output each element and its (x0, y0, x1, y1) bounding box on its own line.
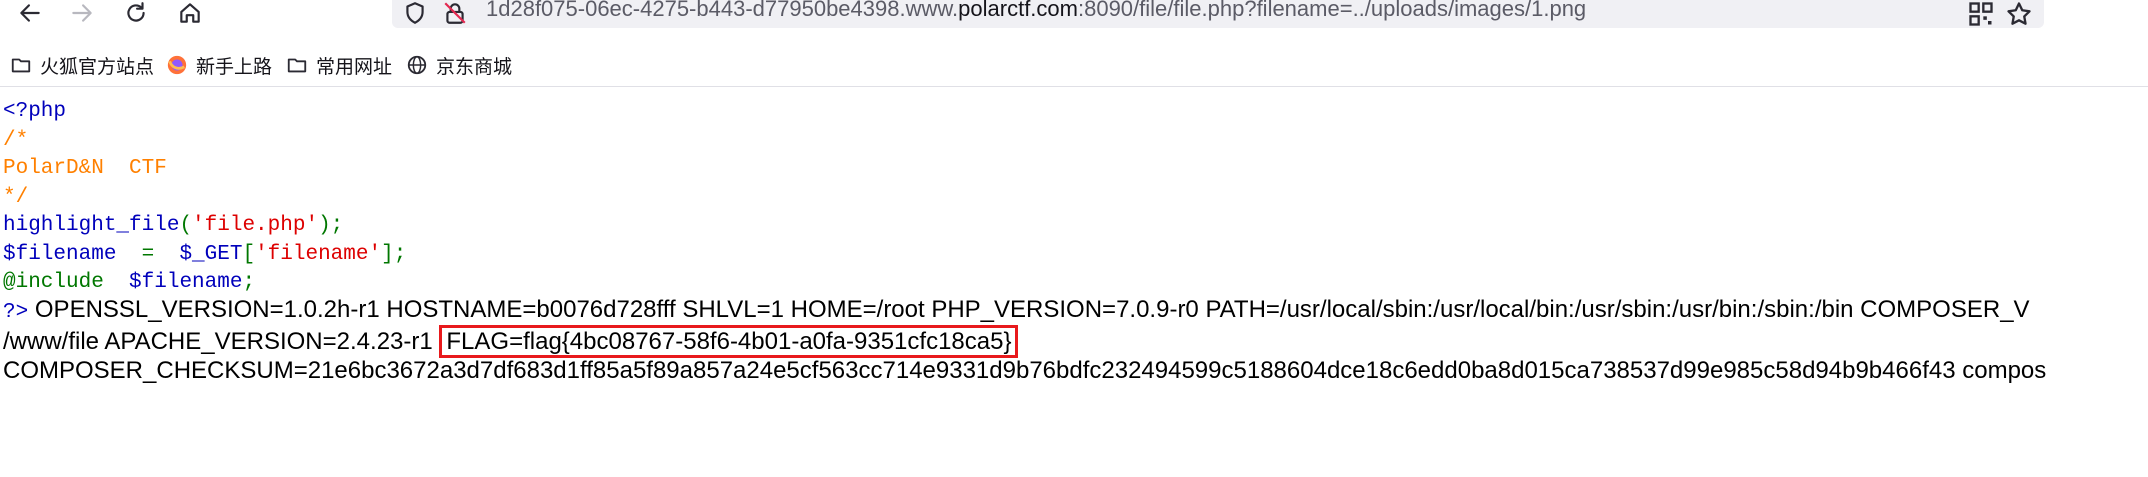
bookmark-label: 京东商城 (436, 56, 513, 78)
code-string: 'file.php' (192, 214, 319, 237)
back-button[interactable] (12, 0, 48, 28)
code-variable: $filename (3, 242, 117, 266)
reload-icon (127, 2, 145, 22)
bookmark-item[interactable]: 常用网址 (286, 48, 392, 82)
code-comment-end: */ (3, 185, 29, 209)
address-bar[interactable]: 1d28f075-06ec-4275-b443-d77950be4398.www… (392, 0, 2044, 28)
code-operator: = (116, 242, 180, 266)
bookmark-label: 常用网址 (316, 56, 393, 78)
code-bracket: [ (242, 242, 256, 266)
code-variable: $filename (129, 271, 243, 294)
arrow-left-icon (20, 4, 40, 22)
browser-toolbar: 1d28f075-06ec-4275-b443-d77950be4398.www… (0, 0, 2148, 28)
code-comment-text: PolarD&N CTF (3, 157, 167, 180)
code-superglobal: $_GET (179, 242, 243, 266)
code-php-open: <?php (3, 100, 67, 123)
code-paren: ( (179, 214, 193, 237)
bookmark-label: 火狐官方站点 (40, 56, 155, 78)
arrow-right-icon (72, 4, 92, 22)
output-text: COMPOSER_CHECKSUM=21e6bc3672a3d7df683d1f… (3, 357, 2047, 384)
globe-icon (407, 55, 427, 75)
code-comment-start: /* (3, 128, 29, 152)
output-line-2: /www/file APACHE_VERSION=2.4.23-r1 FLAG=… (3, 325, 2046, 358)
flag-highlight: FLAG=flag{4bc08767-58f6-4b01-a0fa-9351cf… (439, 325, 1019, 358)
php-source-code: <?php /* PolarD&N CTF */ highlight_file(… (3, 98, 406, 298)
url-suffix: :8090/file/file.php?filename=../uploads/… (1077, 0, 1587, 21)
url-text[interactable]: 1d28f075-06ec-4275-b443-d77950be4398.www… (486, 0, 1586, 22)
qr-code-icon[interactable] (1966, 0, 1996, 28)
bookmark-label: 新手上路 (196, 56, 273, 78)
url-domain: polarctf.com (958, 0, 1078, 21)
folder-icon (11, 58, 31, 73)
output-text: OPENSSL_VERSION=1.0.2h-r1 HOSTNAME=b0076… (28, 296, 2030, 323)
home-icon (180, 3, 200, 23)
forward-button[interactable] (64, 0, 100, 28)
output-line-3: COMPOSER_CHECKSUM=21e6bc3672a3d7df683d1f… (3, 356, 2046, 385)
insecure-lock-icon[interactable] (442, 0, 468, 26)
code-php-close: ?> (3, 301, 29, 324)
bookmark-item[interactable]: 火狐官方站点 (10, 48, 154, 82)
folder-icon (287, 58, 307, 73)
bookmark-item[interactable]: 新手上路 (166, 48, 272, 82)
bookmarks-toolbar: 火狐官方站点 新手上路 常用网址 京东商城 (0, 48, 2148, 82)
url-prefix: 1d28f075-06ec-4275-b443-d77950be4398.www… (486, 0, 959, 21)
output-line-1: ?> OPENSSL_VERSION=1.0.2h-r1 HOSTNAME=b0… (3, 295, 2046, 327)
output-text: /www/file APACHE_VERSION=2.4.23-r1 (3, 328, 440, 355)
code-bracket: ]; (381, 242, 407, 266)
star-icon[interactable] (2004, 0, 2034, 28)
environment-output: ?> OPENSSL_VERSION=1.0.2h-r1 HOSTNAME=b0… (3, 295, 2046, 385)
code-paren: ); (318, 214, 344, 237)
home-button[interactable] (172, 0, 208, 28)
bookmark-item[interactable]: 京东商城 (406, 48, 512, 82)
reload-button[interactable] (118, 0, 154, 28)
code-semicolon: ; (242, 271, 256, 294)
shield-icon[interactable] (402, 0, 428, 26)
code-string: 'filename' (255, 242, 382, 266)
firefox-icon (167, 55, 187, 75)
code-function-name: highlight_file (3, 214, 180, 237)
toolbar-divider (0, 86, 2148, 87)
code-include-keyword: @include (3, 271, 104, 294)
